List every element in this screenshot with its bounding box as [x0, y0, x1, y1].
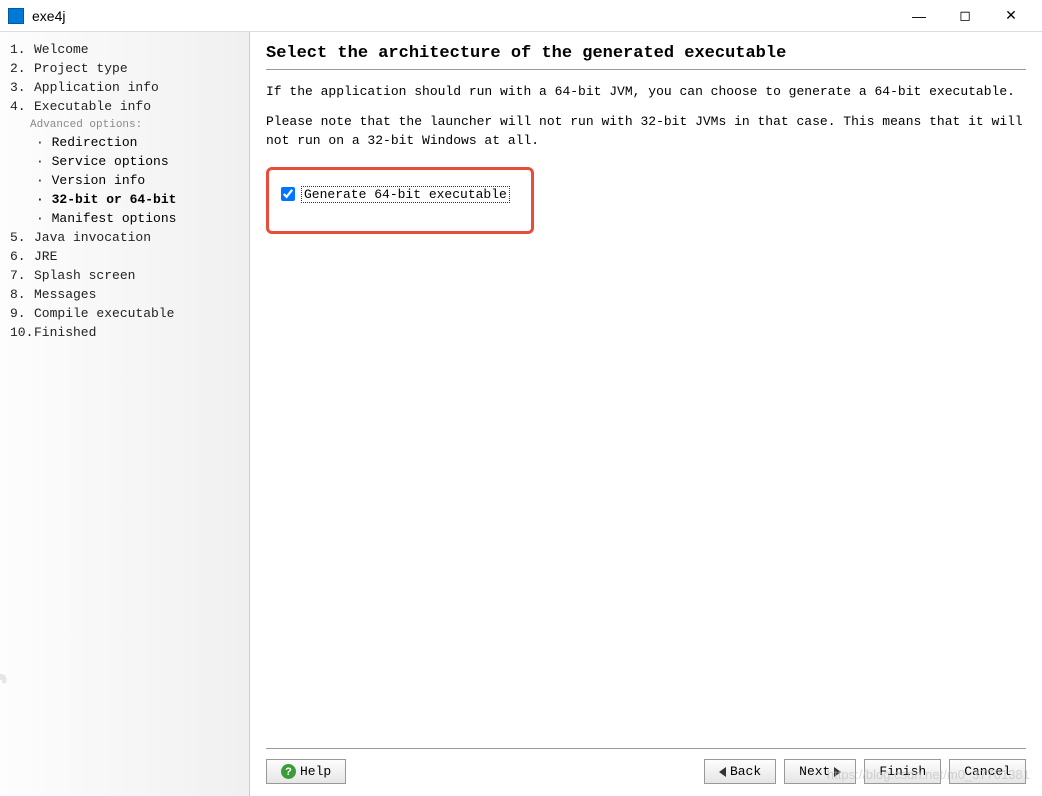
substep-version-info[interactable]: Version info [8, 171, 249, 190]
help-icon: ? [281, 764, 296, 779]
step-splash-screen[interactable]: 7.Splash screen [8, 266, 249, 285]
generate-64bit-row: Generate 64-bit executable [281, 186, 519, 203]
description-1: If the application should run with a 64-… [266, 82, 1026, 102]
window-controls: — ◻ ✕ [896, 1, 1034, 31]
substep-32-or-64-bit[interactable]: 32-bit or 64-bit [8, 190, 249, 209]
step-project-type[interactable]: 2.Project type [8, 59, 249, 78]
back-button[interactable]: Back [704, 759, 776, 784]
sidebar: 1.Welcome 2.Project type 3.Application i… [0, 32, 250, 796]
step-finished[interactable]: 10.Finished [8, 323, 249, 342]
body-area: 1.Welcome 2.Project type 3.Application i… [0, 32, 1042, 796]
app-icon [8, 8, 24, 24]
step-java-invocation[interactable]: 5.Java invocation [8, 228, 249, 247]
cancel-button[interactable]: Cancel [949, 759, 1026, 784]
highlight-box: Generate 64-bit executable [266, 167, 534, 234]
substep-redirection[interactable]: Redirection [8, 133, 249, 152]
next-button[interactable]: Next [784, 759, 856, 784]
main-panel: Select the architecture of the generated… [250, 32, 1042, 796]
step-compile-executable[interactable]: 9.Compile executable [8, 304, 249, 323]
step-executable-info[interactable]: 4.Executable info [8, 97, 249, 116]
titlebar: exe4j — ◻ ✕ [0, 0, 1042, 32]
step-application-info[interactable]: 3.Application info [8, 78, 249, 97]
help-button[interactable]: ? Help [266, 759, 346, 784]
substep-service-options[interactable]: Service options [8, 152, 249, 171]
arrow-right-icon [834, 767, 841, 777]
page-title: Select the architecture of the generated… [266, 44, 1026, 70]
step-welcome[interactable]: 1.Welcome [8, 40, 249, 59]
substep-manifest-options[interactable]: Manifest options [8, 209, 249, 228]
footer: ? Help Back Next Finish Cancel [266, 749, 1026, 788]
advanced-options-header: Advanced options: [8, 116, 249, 133]
generate-64bit-label[interactable]: Generate 64-bit executable [301, 186, 510, 203]
arrow-left-icon [719, 767, 726, 777]
finish-button[interactable]: Finish [864, 759, 941, 784]
generate-64bit-checkbox[interactable] [281, 187, 295, 201]
maximize-button[interactable]: ◻ [942, 1, 988, 31]
window-title: exe4j [32, 8, 896, 24]
brand-watermark: exe4j [0, 672, 8, 772]
description-2: Please note that the launcher will not r… [266, 112, 1026, 151]
step-jre[interactable]: 6.JRE [8, 247, 249, 266]
close-button[interactable]: ✕ [988, 1, 1034, 31]
minimize-button[interactable]: — [896, 1, 942, 31]
step-messages[interactable]: 8.Messages [8, 285, 249, 304]
